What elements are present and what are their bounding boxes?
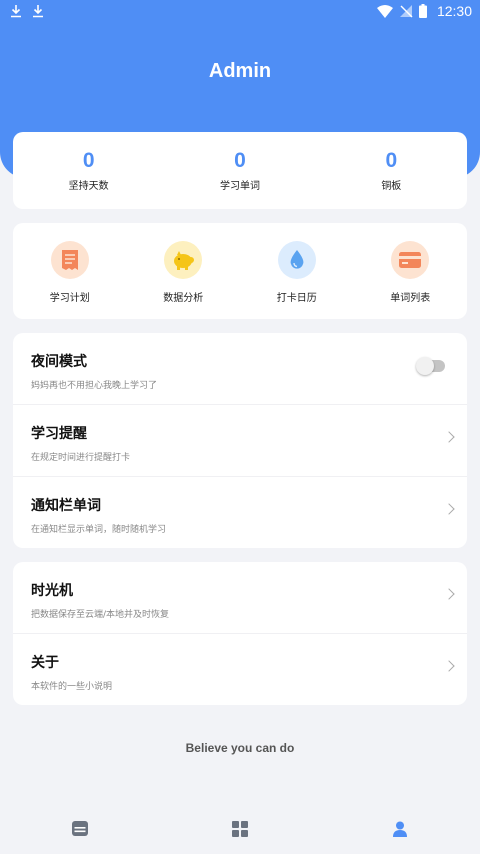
setting-title: 夜间模式 [31, 354, 87, 370]
setting-title: 时光机 [31, 583, 73, 599]
setting-title: 通知栏单词 [31, 498, 101, 514]
credit-card-icon [391, 241, 430, 279]
piggy-bank-icon [164, 241, 203, 279]
stat-coins: 0 铜板 [316, 132, 467, 209]
feature-label: 打卡日历 [276, 293, 317, 304]
book-icon [72, 821, 88, 836]
slogan-text: Believe you can do [185, 741, 295, 755]
setting-study-reminder[interactable]: 学习提醒 在规定时间进行提醒打卡 [13, 405, 467, 477]
stats-card: 0 坚持天数 0 学习单词 0 铜板 [13, 132, 467, 209]
setting-title: 关于 [31, 655, 59, 671]
grid-icon [232, 821, 248, 837]
nav-tab-discover[interactable] [160, 806, 320, 854]
setting-subtitle: 把数据保存至云端/本地并及时恢复 [31, 610, 170, 620]
setting-time-machine[interactable]: 时光机 把数据保存至云端/本地并及时恢复 [13, 562, 467, 634]
status-bar: 12:30 [0, 0, 480, 22]
setting-title: 学习提醒 [31, 426, 87, 442]
toggle-knob [416, 357, 434, 375]
stat-value: 0 [82, 149, 95, 172]
download-icon [11, 5, 21, 18]
feature-checkin-calendar[interactable]: 打卡日历 [240, 223, 354, 319]
feature-label: 单词列表 [390, 293, 431, 304]
wifi-icon [376, 4, 393, 18]
water-drop-icon [277, 241, 316, 279]
setting-notification-word[interactable]: 通知栏单词 在通知栏显示单词，随时随机学习 [13, 477, 467, 549]
stat-words: 0 学习单词 [164, 132, 315, 209]
nav-tab-profile[interactable] [320, 806, 480, 854]
stat-label: 铜板 [381, 181, 402, 192]
feature-label: 数据分析 [163, 293, 204, 304]
download-icon [33, 5, 43, 18]
no-signal-icon [399, 5, 413, 18]
feature-card: 学习计划 数据分析 打卡日历 单词列表 [13, 223, 467, 319]
feature-data-analysis[interactable]: 数据分析 [127, 223, 241, 319]
bottom-nav [0, 806, 480, 854]
receipt-icon [50, 241, 89, 279]
setting-night-mode[interactable]: 夜间模式 妈妈再也不用担心我晚上学习了 [13, 333, 467, 405]
person-icon [393, 821, 407, 837]
feature-study-plan[interactable]: 学习计划 [13, 223, 127, 319]
feature-label: 学习计划 [49, 293, 90, 304]
setting-subtitle: 在规定时间进行提醒打卡 [31, 453, 131, 463]
status-time: 12:30 [436, 3, 472, 19]
settings-group-2: 时光机 把数据保存至云端/本地并及时恢复 关于 本软件的一些小说明 [13, 562, 467, 705]
battery-icon [418, 4, 427, 18]
setting-subtitle: 妈妈再也不用担心我晚上学习了 [31, 381, 158, 391]
feature-word-list[interactable]: 单词列表 [354, 223, 468, 319]
setting-about[interactable]: 关于 本软件的一些小说明 [13, 634, 467, 706]
settings-group-1: 夜间模式 妈妈再也不用担心我晚上学习了 学习提醒 在规定时间进行提醒打卡 通知栏… [13, 333, 467, 548]
setting-subtitle: 在通知栏显示单词，随时随机学习 [31, 525, 167, 535]
night-mode-toggle[interactable] [416, 357, 445, 375]
stat-label: 学习单词 [219, 181, 260, 192]
setting-subtitle: 本软件的一些小说明 [31, 682, 113, 692]
stat-value: 0 [385, 149, 398, 172]
stat-days: 0 坚持天数 [13, 132, 164, 209]
nav-tab-study[interactable] [0, 806, 160, 854]
stat-label: 坚持天数 [68, 181, 109, 192]
stat-value: 0 [234, 149, 246, 172]
page-title: Admin [208, 60, 272, 82]
